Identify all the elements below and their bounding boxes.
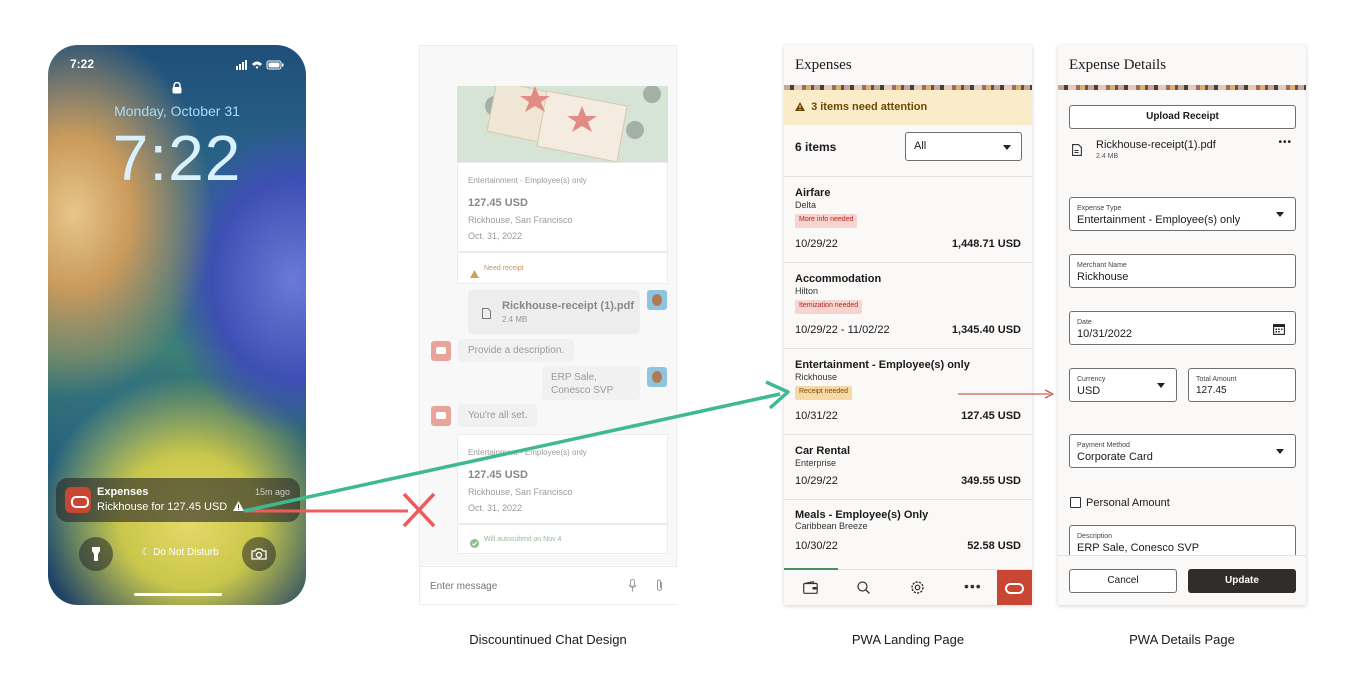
caption-chat: Discountinued Chat Design <box>469 632 627 647</box>
caption-landing: PWA Landing Page <box>851 632 965 647</box>
flow-arrows <box>243 380 1055 528</box>
green-flow-arrow <box>243 392 781 513</box>
caption-details: PWA Details Page <box>1129 632 1235 647</box>
discontinued-x-mark <box>402 492 436 528</box>
